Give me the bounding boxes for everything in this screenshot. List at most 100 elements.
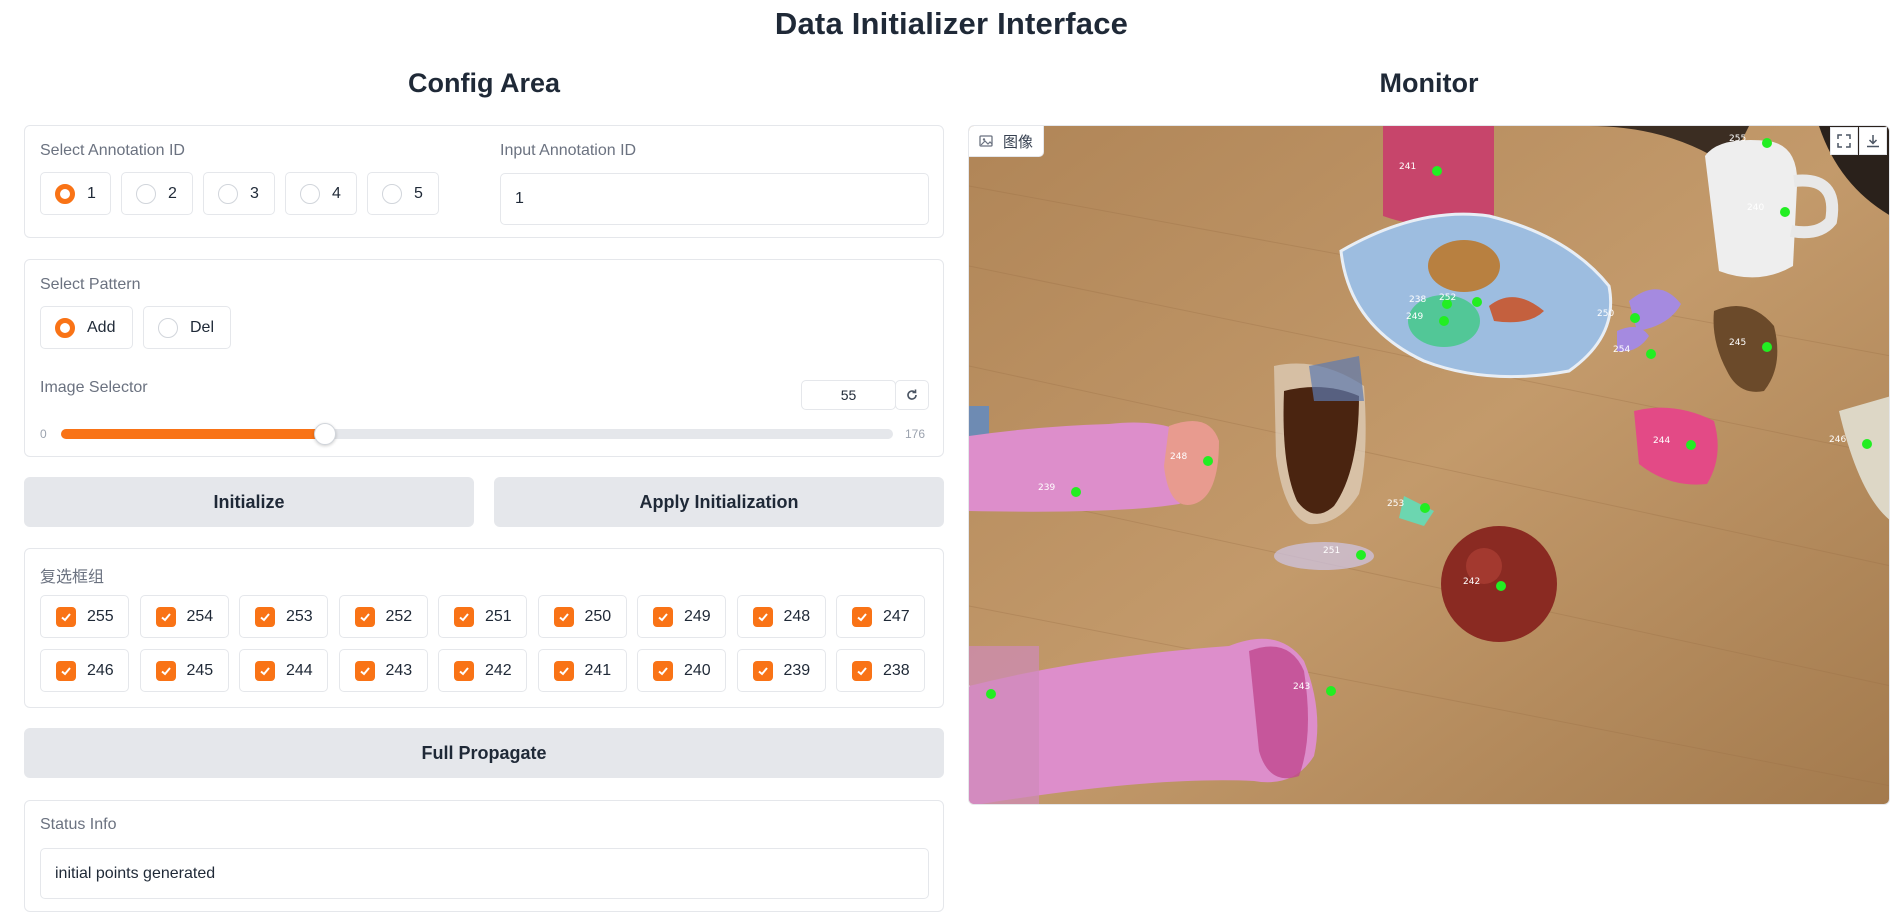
annotation-radio-2[interactable]: 2 (121, 172, 193, 215)
pattern-radio-add[interactable]: Add (40, 306, 133, 349)
radio-checked-icon (55, 183, 75, 204)
checkbox-label: 245 (186, 661, 214, 679)
checkbox-checked-icon (255, 660, 275, 681)
checkbox-244[interactable]: 244 (239, 649, 328, 692)
checkbox-label: 249 (684, 607, 711, 625)
radio-label: 1 (87, 184, 96, 202)
checkbox-243[interactable]: 243 (338, 649, 428, 692)
pattern-radio-del[interactable]: Del (143, 306, 231, 349)
checkbox-label: 255 (87, 607, 114, 625)
radio-unchecked-icon (300, 183, 320, 204)
annotation-panel: Select Annotation ID 1 2 3 4 5 Input Ann… (24, 125, 944, 238)
checkbox-238[interactable]: 238 (836, 649, 925, 692)
initialize-button[interactable]: Initialize (24, 477, 474, 527)
annotation-point (1420, 503, 1430, 513)
annotation-id-input[interactable]: 1 (500, 173, 929, 225)
checkbox-240[interactable]: 240 (637, 649, 726, 692)
annotation-point-label: 242 (1463, 577, 1480, 587)
checkbox-checked-icon (454, 606, 474, 627)
checkbox-250[interactable]: 250 (537, 595, 627, 638)
annotation-radio-1[interactable]: 1 (40, 172, 111, 215)
select-pattern-label: Select Pattern (40, 276, 141, 293)
checkbox-248[interactable]: 248 (736, 595, 826, 638)
radio-unchecked-icon (218, 183, 238, 204)
checkbox-239[interactable]: 239 (736, 649, 826, 692)
checkbox-checked-icon (852, 660, 872, 681)
checkbox-label: 238 (883, 661, 910, 679)
status-panel: Status Info initial points generated (24, 800, 944, 912)
annotation-point (1326, 686, 1336, 696)
image-selector-number[interactable]: 55 (801, 380, 896, 410)
checkbox-label: 251 (485, 607, 512, 625)
checkbox-checked-icon (752, 660, 773, 681)
apply-initialization-button[interactable]: Apply Initialization (494, 477, 944, 527)
checkbox-checked-icon (553, 606, 574, 627)
checkbox-245[interactable]: 245 (139, 649, 229, 692)
annotation-point-label: 246 (1829, 435, 1846, 445)
radio-unchecked-icon (158, 317, 178, 338)
checkbox-checked-icon (354, 660, 375, 681)
checkbox-252[interactable]: 252 (338, 595, 428, 638)
full-propagate-button[interactable]: Full Propagate (24, 728, 944, 778)
input-annotation-label: Input Annotation ID (500, 142, 637, 159)
checkbox-241[interactable]: 241 (537, 649, 627, 692)
annotation-point (1496, 581, 1506, 591)
checkbox-251[interactable]: 251 (438, 595, 527, 638)
checkbox-246[interactable]: 246 (40, 649, 129, 692)
annotation-point-label: 254 (1613, 345, 1630, 355)
annotation-point (1762, 138, 1772, 148)
annotation-point (1762, 342, 1772, 352)
annotation-point (1203, 456, 1213, 466)
checkbox-label: 253 (286, 607, 313, 625)
annotation-point-label: 251 (1323, 546, 1340, 556)
checkbox-label: 241 (584, 661, 612, 679)
annotation-point (1472, 297, 1482, 307)
checkbox-label: 242 (485, 661, 512, 679)
download-button[interactable] (1859, 127, 1887, 155)
checkbox-253[interactable]: 253 (239, 595, 328, 638)
image-slider-fill (61, 429, 325, 439)
annotation-point-label: 241 (1399, 162, 1416, 172)
checkbox-label: 246 (87, 661, 114, 679)
checkbox-checked-icon (653, 660, 673, 681)
reset-button[interactable] (895, 380, 929, 410)
fullscreen-button[interactable] (1830, 127, 1858, 155)
checkbox-249[interactable]: 249 (637, 595, 726, 638)
checkbox-label: 248 (783, 607, 811, 625)
annotation-point-label: 249 (1406, 312, 1423, 322)
image-slider-thumb[interactable] (314, 423, 336, 445)
checkbox-242[interactable]: 242 (438, 649, 527, 692)
annotation-point (1630, 313, 1640, 323)
checkbox-label: 239 (783, 661, 811, 679)
checkbox-247[interactable]: 247 (836, 595, 925, 638)
checkbox-255[interactable]: 255 (40, 595, 129, 638)
image-icon (979, 135, 993, 147)
annotation-point-label: 252 (1439, 293, 1456, 303)
pattern-panel: Select Pattern Add Del Image Selector 55… (24, 259, 944, 457)
annotation-point (1439, 316, 1449, 326)
image-tag: 图像 (969, 126, 1045, 157)
annotation-point (1646, 349, 1656, 359)
annotation-point-label: 240 (1747, 203, 1764, 213)
checkbox-254[interactable]: 254 (139, 595, 229, 638)
checkbox-label: 243 (385, 661, 413, 679)
checkbox-group-panel: 复选框组 255 254 253 252 251 250 249 248 247 246 245 24… (24, 548, 944, 708)
checkbox-label: 247 (883, 607, 910, 625)
download-icon (1867, 135, 1879, 148)
annotation-point (986, 689, 996, 699)
annotation-radio-4[interactable]: 4 (285, 172, 357, 215)
checkbox-checked-icon (56, 660, 76, 681)
radio-label: 4 (332, 184, 341, 202)
reset-icon (907, 389, 917, 400)
annotation-radio-5[interactable]: 5 (367, 172, 439, 215)
slider-max-label: 176 (905, 427, 926, 441)
annotation-point-label: 245 (1729, 338, 1746, 348)
scene-image: 241 255 240 238 252 249 250 254 245 248 239 253 244 2… (969, 126, 1889, 804)
checkbox-checked-icon (155, 606, 176, 627)
checkbox-checked-icon (56, 606, 76, 627)
radio-checked-icon (55, 317, 75, 338)
annotation-radio-3[interactable]: 3 (203, 172, 275, 215)
checkbox-checked-icon (752, 606, 773, 627)
page-title: Data Initializer Interface (774, 6, 1129, 41)
checkbox-checked-icon (852, 606, 872, 627)
